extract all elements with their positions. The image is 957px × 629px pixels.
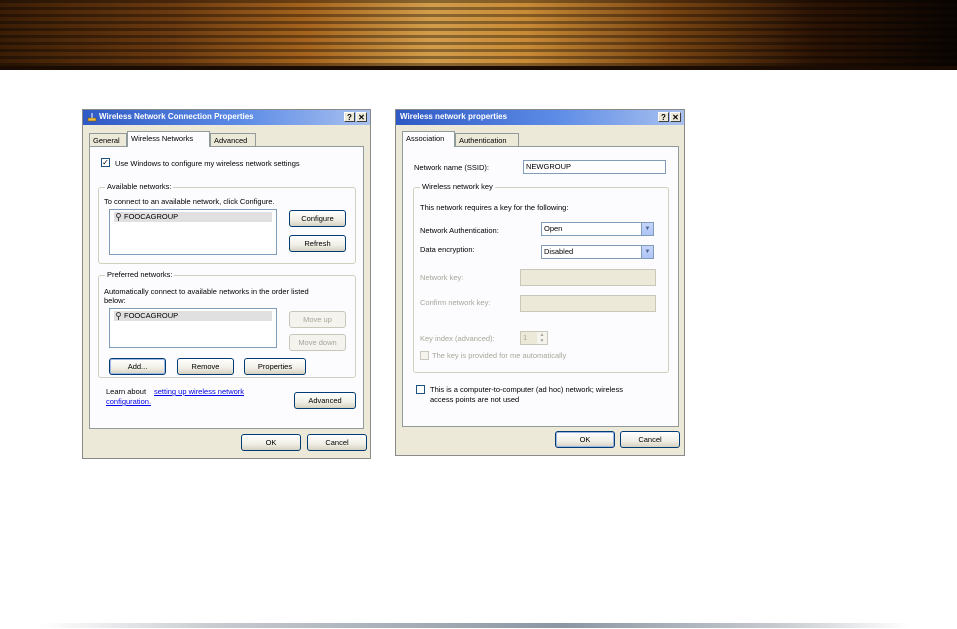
network-name: FOOCAGROUP <box>124 212 179 221</box>
ssid-label: Network name (SSID): <box>414 163 490 172</box>
add-button[interactable]: Add... <box>109 358 166 375</box>
wireless-connection-properties-dialog: Wireless Network Connection Properties ?… <box>82 109 371 459</box>
list-item[interactable]: FOOCAGROUP <box>114 311 272 321</box>
adhoc-label-line2: access points are not used <box>430 395 520 404</box>
close-button[interactable]: ✕ <box>670 112 681 122</box>
move-down-button[interactable]: Move down <box>289 334 346 351</box>
preferred-instruction-line2: below: <box>104 296 126 305</box>
key-index-value: 1 <box>523 333 528 342</box>
ssid-input[interactable]: NEWGROUP <box>523 160 666 174</box>
tab-wireless-networks[interactable]: Wireless Networks <box>127 131 210 147</box>
chevron-down-icon[interactable]: ▼ <box>641 246 653 258</box>
data-encryption-select[interactable]: Disabled ▼ <box>541 245 654 259</box>
header-banner <box>0 0 957 70</box>
wireless-antenna-icon <box>116 213 121 221</box>
learn-about-prefix: Learn about <box>106 387 147 396</box>
adhoc-checkbox[interactable] <box>416 385 425 394</box>
title-bar: Wireless network properties ? ✕ <box>396 110 684 125</box>
key-index-label: Key index (advanced): <box>420 334 495 343</box>
data-encryption-label: Data encryption: <box>420 245 475 254</box>
wireless-key-group: Wireless network key This network requir… <box>413 182 669 373</box>
confirm-key-input[interactable] <box>520 295 656 312</box>
tab-advanced[interactable]: Advanced <box>210 133 256 146</box>
properties-button[interactable]: Properties <box>244 358 306 375</box>
ok-button[interactable]: OK <box>241 434 301 451</box>
auto-key-label: The key is provided for me automatically <box>432 351 567 360</box>
available-networks-title: Available networks: <box>105 182 174 191</box>
preferred-networks-list[interactable]: FOOCAGROUP <box>109 308 277 348</box>
cancel-button[interactable]: Cancel <box>307 434 367 451</box>
tab-panel: ✓ Use Windows to configure my wireless n… <box>89 146 364 429</box>
auto-key-checkbox[interactable] <box>420 351 429 360</box>
preferred-instruction-line1: Automatically connect to available netwo… <box>104 287 309 296</box>
help-button[interactable]: ? <box>344 112 355 122</box>
network-auth-value: Open <box>544 224 563 233</box>
learn-link-line2[interactable]: configuration. <box>106 397 151 406</box>
key-index-stepper[interactable]: 1 ▲ ▼ <box>520 331 548 345</box>
use-windows-label: Use Windows to configure my wireless net… <box>115 159 300 168</box>
network-auth-label: Network Authentication: <box>420 226 499 235</box>
data-encryption-value: Disabled <box>544 247 574 256</box>
adhoc-label-line1: This is a computer-to-computer (ad hoc) … <box>430 385 623 394</box>
use-windows-checkbox[interactable]: ✓ <box>101 158 110 167</box>
confirm-key-label: Confirm network key: <box>420 298 491 307</box>
advanced-button[interactable]: Advanced <box>294 392 356 409</box>
close-button[interactable]: ✕ <box>356 112 367 122</box>
remove-button[interactable]: Remove <box>177 358 234 375</box>
available-networks-list[interactable]: FOOCAGROUP <box>109 209 277 255</box>
wireless-network-properties-dialog: Wireless network properties ? ✕ Associat… <box>395 109 685 456</box>
chevron-down-icon[interactable]: ▼ <box>641 223 653 235</box>
available-networks-group: Available networks: To connect to an ava… <box>98 182 356 264</box>
tab-panel: Network name (SSID): NEWGROUP Wireless n… <box>402 146 679 427</box>
chevron-down-icon[interactable]: ▼ <box>537 338 547 344</box>
network-auth-select[interactable]: Open ▼ <box>541 222 654 236</box>
network-icon <box>87 113 97 122</box>
learn-link-line1[interactable]: setting up wireless network <box>154 387 244 396</box>
wireless-key-title: Wireless network key <box>420 182 495 191</box>
help-button[interactable]: ? <box>658 112 669 122</box>
tab-general[interactable]: General <box>89 133 127 146</box>
configure-button[interactable]: Configure <box>289 210 346 227</box>
title-bar: Wireless Network Connection Properties ?… <box>83 110 370 125</box>
tab-authentication[interactable]: Authentication <box>455 133 519 146</box>
available-instruction: To connect to an available network, clic… <box>104 197 275 206</box>
key-instruction: This network requires a key for the foll… <box>420 203 569 212</box>
network-key-label: Network key: <box>420 273 464 282</box>
network-name: FOOCAGROUP <box>124 311 179 320</box>
window-title: Wireless network properties <box>400 112 508 121</box>
list-item[interactable]: FOOCAGROUP <box>114 212 272 222</box>
ok-button[interactable]: OK <box>555 431 615 448</box>
move-up-button[interactable]: Move up <box>289 311 346 328</box>
tab-association[interactable]: Association <box>402 131 455 147</box>
refresh-button[interactable]: Refresh <box>289 235 346 252</box>
preferred-networks-title: Preferred networks: <box>105 270 175 279</box>
window-title: Wireless Network Connection Properties <box>99 112 254 121</box>
cancel-button[interactable]: Cancel <box>620 431 680 448</box>
wireless-antenna-icon <box>116 312 121 320</box>
preferred-networks-group: Preferred networks: Automatically connec… <box>98 270 356 378</box>
footer-divider <box>40 623 910 628</box>
network-key-input[interactable] <box>520 269 656 286</box>
